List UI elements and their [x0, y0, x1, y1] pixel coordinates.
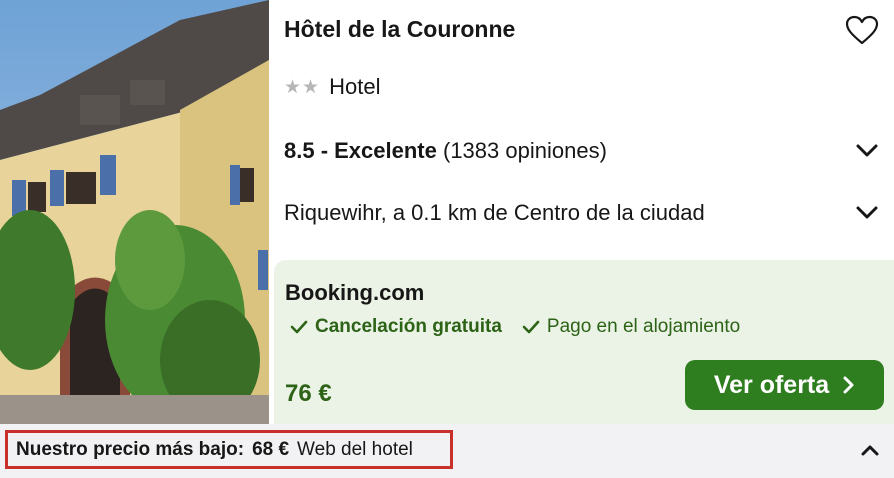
deal-panel[interactable]: Booking.com Cancelación gratuita Pago en… [274, 260, 894, 424]
check-icon [522, 320, 540, 334]
deal-price: 76 € [285, 380, 332, 407]
feature-pay-at-property: Pago en el alojamiento [522, 316, 740, 338]
check-icon [290, 320, 308, 334]
hotel-info: Hôtel de la Couronne ★ ★ Hotel 8.5 - Exc… [269, 0, 894, 260]
star-rating: ★ ★ [284, 78, 319, 97]
location-text: Riquewihr, a 0.1 km de Centro de la ciud… [284, 200, 705, 225]
rating-score: 8.5 - Excelente [284, 138, 437, 163]
chevron-right-icon [843, 376, 854, 394]
lowest-price-summary: Nuestro precio más bajo: 68 € Web del ho… [5, 430, 453, 469]
hotel-class: ★ ★ Hotel [284, 74, 380, 100]
location-row[interactable]: Riquewihr, a 0.1 km de Centro de la ciud… [284, 200, 880, 226]
rating-text: 8.5 - Excelente (1383 opiniones) [284, 138, 607, 164]
feature-free-cancellation: Cancelación gratuita [290, 316, 502, 338]
view-deal-button[interactable]: Ver oferta [685, 360, 884, 410]
hotel-type: Hotel [329, 74, 381, 99]
favorite-button[interactable] [843, 12, 881, 48]
hotel-photo[interactable] [0, 0, 269, 424]
feature-label: Cancelación gratuita [315, 316, 502, 337]
provider-name: Booking.com [285, 280, 425, 305]
star-icon: ★ [284, 76, 302, 98]
rating-row[interactable]: 8.5 - Excelente (1383 opiniones) [284, 138, 880, 164]
chevron-down-icon[interactable] [854, 142, 880, 160]
heart-icon [845, 15, 879, 45]
lowest-price-value: 68 € [252, 438, 290, 460]
chevron-up-icon[interactable] [858, 440, 882, 460]
chevron-down-icon[interactable] [854, 204, 880, 222]
star-icon: ★ [302, 76, 320, 98]
feature-label: Pago en el alojamiento [546, 316, 741, 337]
hotel-name[interactable]: Hôtel de la Couronne [284, 16, 515, 43]
rating-count: (1383 opiniones) [443, 138, 607, 163]
deal-features: Cancelación gratuita Pago en el alojamie… [290, 316, 740, 338]
lowest-price-label: Nuestro precio más bajo: [16, 438, 245, 460]
lowest-price-source: Web del hotel [297, 438, 413, 460]
view-deal-label: Ver oferta [713, 370, 830, 399]
lowest-price-bar[interactable]: Nuestro precio más bajo: 68 € Web del ho… [0, 424, 894, 478]
